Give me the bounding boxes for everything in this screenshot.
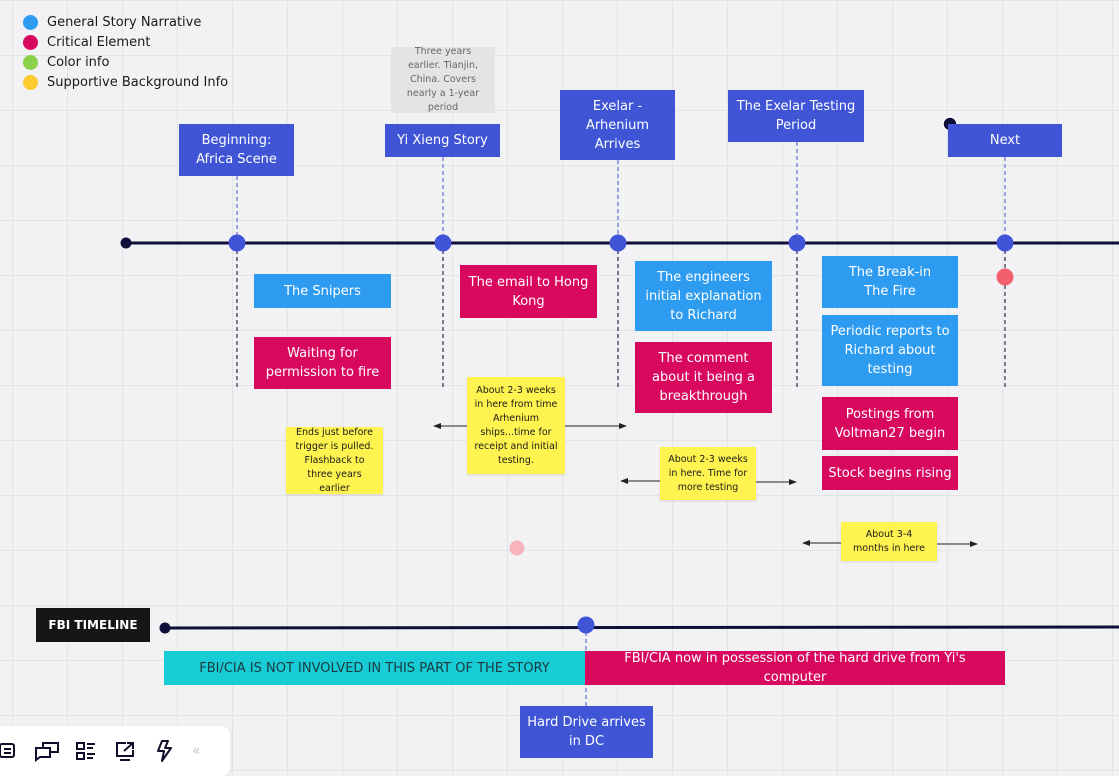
fbi-timeline-start-dot: [159, 622, 171, 634]
bottom-toolbar: «: [0, 726, 230, 776]
legend-label: Color info: [47, 54, 110, 70]
collapse-toolbar-button[interactable]: «: [192, 743, 201, 759]
event-waiting-permission[interactable]: Waiting for permission to fire: [254, 337, 391, 389]
legend-item: Color info: [23, 52, 228, 72]
legend-item: General Story Narrative: [23, 12, 228, 32]
event-email-hong-kong[interactable]: The email to Hong Kong: [460, 265, 597, 318]
list-icon[interactable]: [72, 737, 100, 765]
event-stock-rising[interactable]: Stock begins rising: [822, 456, 958, 490]
milestone-dot[interactable]: [434, 234, 452, 252]
green-dot-icon: [23, 54, 38, 70]
milestone-yi-xieng-story[interactable]: Yi Xieng Story: [385, 124, 500, 157]
event-voltman27-postings[interactable]: Postings from Voltman27 begin: [822, 397, 958, 450]
sticky-ends-before-trigger[interactable]: Ends just before trigger is pulled. Flas…: [286, 427, 383, 494]
fbi-timeline-label[interactable]: FBI TIMELINE: [36, 608, 150, 642]
event-breakthrough-comment[interactable]: The comment about it being a breakthroug…: [635, 342, 772, 413]
blue-dot-icon: [23, 14, 38, 30]
legend-item: Supportive Background Info: [23, 72, 228, 92]
sticky-3-4-months[interactable]: About 3-4 months in here: [841, 522, 937, 561]
legend-label: Critical Element: [47, 34, 151, 50]
sticky-2-3-weeks-testing[interactable]: About 2-3 weeks in here. Time for more t…: [660, 447, 756, 500]
legend-label: Supportive Background Info: [47, 74, 229, 90]
pink-marker-dot[interactable]: [509, 540, 525, 556]
legend: General Story Narrative Critical Element…: [23, 12, 228, 92]
fbi-timeline-line: [164, 625, 1119, 630]
chat-icon[interactable]: [33, 737, 61, 765]
fbi-possession-bar[interactable]: FBI/CIA now in possession of the hard dr…: [585, 651, 1005, 685]
main-timeline-start-dot: [120, 237, 132, 249]
sticky-2-3-weeks-arhenium[interactable]: About 2-3 weeks in here from time Arheni…: [467, 377, 565, 474]
milestone-dot[interactable]: [609, 234, 627, 252]
milestone-testing-period[interactable]: The Exelar Testing Period: [728, 90, 864, 142]
milestone-dot[interactable]: [228, 234, 246, 252]
milestone-africa-scene[interactable]: Beginning: Africa Scene: [179, 124, 294, 176]
milestone-dot[interactable]: [996, 234, 1014, 252]
legend-label: General Story Narrative: [47, 14, 202, 30]
yellow-dot-icon: [23, 74, 38, 90]
milestone-hard-drive-dc[interactable]: Hard Drive arrives in DC: [520, 706, 653, 758]
event-periodic-reports[interactable]: Periodic reports to Richard about testin…: [822, 315, 958, 386]
red-marker-dot[interactable]: [996, 268, 1014, 286]
fbi-milestone-dot[interactable]: [577, 616, 595, 634]
milestone-dot[interactable]: [788, 234, 806, 252]
crimson-dot-icon: [23, 34, 38, 50]
milestone-next[interactable]: Next: [948, 124, 1062, 157]
comment-icon[interactable]: [0, 737, 22, 765]
milestone-exelar-arrives[interactable]: Exelar - Arhenium Arrives: [560, 90, 675, 160]
event-engineers-explanation[interactable]: The engineers initial explanation to Ric…: [635, 261, 772, 331]
event-the-snipers[interactable]: The Snipers: [254, 274, 391, 308]
lightning-icon[interactable]: [150, 737, 178, 765]
fbi-not-involved-bar[interactable]: FBI/CIA IS NOT INVOLVED IN THIS PART OF …: [164, 651, 585, 685]
share-screen-icon[interactable]: [111, 737, 139, 765]
yi-story-note[interactable]: Three years earlier. Tianjin, China. Cov…: [391, 46, 495, 113]
event-break-in-fire[interactable]: The Break-in The Fire: [822, 256, 958, 308]
legend-item: Critical Element: [23, 32, 228, 52]
